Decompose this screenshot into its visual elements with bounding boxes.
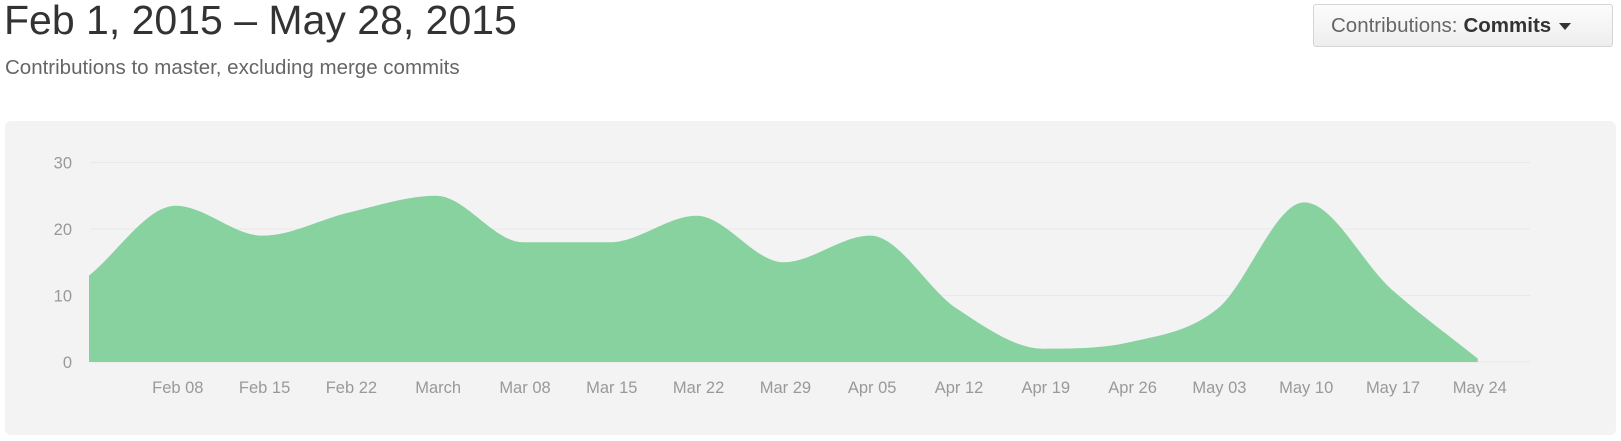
data-point[interactable]	[1041, 346, 1047, 352]
x-tick-label: Apr 26	[1108, 379, 1157, 397]
contributions-select-value: Commits	[1463, 13, 1552, 37]
data-point[interactable]	[520, 239, 526, 245]
data-point[interactable]	[1475, 356, 1481, 362]
data-point[interactable]	[86, 273, 92, 279]
data-point[interactable]	[780, 259, 786, 265]
page-subtitle: Contributions to master, excluding merge…	[5, 56, 460, 79]
data-point[interactable]	[694, 213, 700, 219]
x-tick-label: Feb 15	[239, 379, 290, 397]
data-point[interactable]	[1128, 339, 1134, 345]
x-tick-label: Mar 08	[499, 379, 550, 397]
x-tick-label: May 03	[1192, 379, 1246, 397]
y-tick-label: 10	[54, 288, 72, 306]
x-tick-label: Mar 15	[586, 379, 637, 397]
x-tick-label: May 10	[1279, 379, 1333, 397]
data-point[interactable]	[1388, 286, 1394, 292]
caret-down-icon	[1559, 23, 1572, 30]
x-tick-label: March	[415, 379, 461, 397]
y-tick-label: 20	[54, 221, 72, 239]
contributions-select-label: Contributions:	[1331, 13, 1458, 37]
x-tick-label: May 17	[1366, 379, 1420, 397]
x-tick-label: May 24	[1453, 379, 1507, 397]
data-point[interactable]	[346, 209, 352, 215]
data-point[interactable]	[867, 233, 873, 239]
data-point[interactable]	[1214, 306, 1220, 312]
contributions-chart: 0 10 20 30 Feb 08 Feb 15 Feb 22 March Mar 08 Mar …	[54, 155, 1530, 397]
page-title: Feb 1, 2015 – May 28, 2015	[4, 0, 517, 43]
x-tick-label: Feb 08	[152, 379, 203, 397]
chart-panel: 0 10 20 30 Feb 08 Feb 15 Feb 22 March Mar 08 Mar …	[5, 121, 1616, 435]
x-tick-label: Mar 29	[760, 379, 811, 397]
x-tick-label: Feb 22	[326, 379, 377, 397]
x-tick-label: Mar 22	[673, 379, 724, 397]
x-tick-label: Apr 12	[935, 379, 984, 397]
contributions-select-button[interactable]: Contributions: Commits	[1313, 4, 1613, 47]
data-point[interactable]	[607, 239, 613, 245]
data-point[interactable]	[1301, 199, 1307, 205]
y-tick-label: 0	[63, 354, 72, 372]
data-point[interactable]	[954, 306, 960, 312]
x-tick-label: Apr 05	[848, 379, 897, 397]
page: Feb 1, 2015 – May 28, 2015 Contributions…	[0, 0, 1621, 441]
commits-area	[89, 195, 1478, 362]
y-tick-label: 30	[54, 155, 72, 173]
x-tick-label: Apr 19	[1021, 379, 1070, 397]
data-point[interactable]	[260, 233, 266, 239]
data-point[interactable]	[433, 193, 439, 199]
data-point[interactable]	[173, 203, 179, 209]
